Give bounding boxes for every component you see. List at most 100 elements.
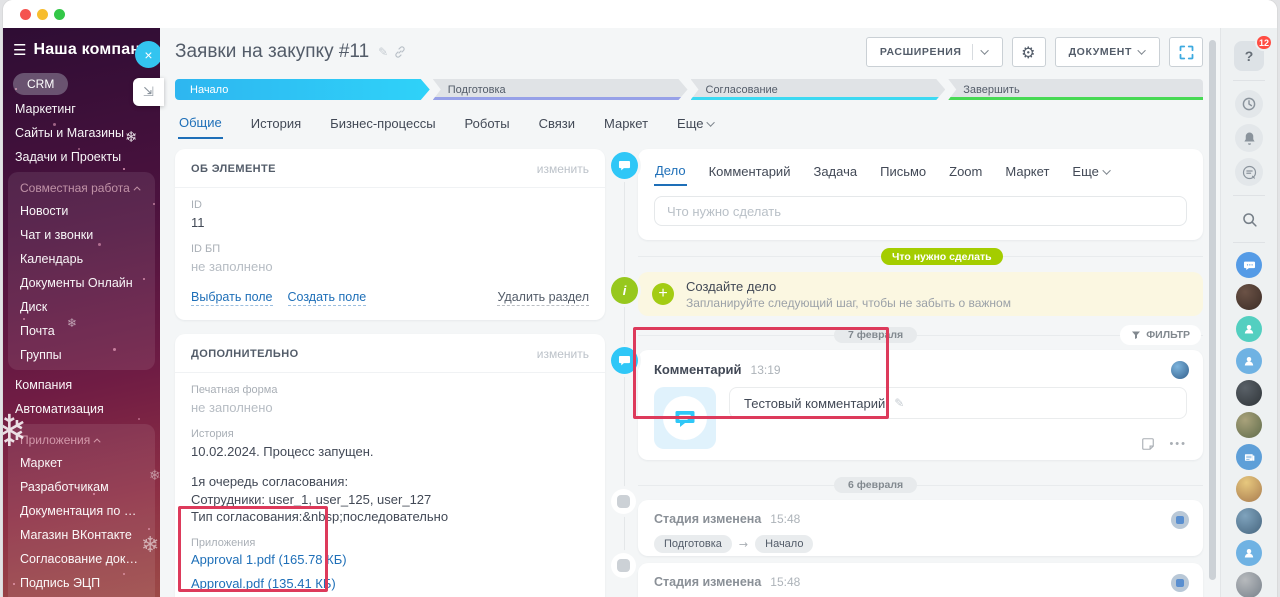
tab-market[interactable]: Маркет [603, 109, 649, 139]
close-window-icon[interactable] [20, 9, 31, 20]
delete-section-link[interactable]: Удалить раздел [497, 290, 589, 306]
time-management-button[interactable] [1235, 90, 1263, 118]
section-title: ОБ ЭЛЕМЕНТЕ [191, 163, 276, 175]
user-avatar[interactable] [1236, 572, 1262, 597]
user-avatar[interactable] [1236, 380, 1262, 406]
sidebar-item-automation[interactable]: Автоматизация [3, 397, 160, 421]
sidebar-item-esign[interactable]: Подпись ЭЦП [13, 571, 155, 595]
tab-history[interactable]: История [250, 109, 302, 139]
sidebar-group-header-collaboration[interactable]: Совместная работа [8, 175, 155, 199]
sidebar-item-chat-calls[interactable]: Чат и звонки [13, 223, 155, 247]
extensions-button[interactable]: РАСШИРЕНИЯ [866, 37, 1003, 67]
user-avatar[interactable] [1236, 508, 1262, 534]
link-icon[interactable] [394, 46, 406, 58]
user-avatar[interactable] [1236, 316, 1262, 342]
document-button[interactable]: ДОКУМЕНТ [1055, 37, 1160, 67]
composer-tab-comment[interactable]: Комментарий [708, 159, 792, 186]
stage-start[interactable]: Начало [175, 79, 430, 100]
create-field-link[interactable]: Создать поле [288, 290, 367, 306]
sidebar-item-groups[interactable]: Группы [13, 343, 155, 367]
edit-title-icon[interactable]: ✎ [378, 45, 388, 59]
more-actions-icon[interactable]: ••• [1169, 438, 1187, 450]
note-icon[interactable] [1141, 437, 1155, 451]
user-avatar[interactable] [1236, 348, 1262, 374]
date-pill: 7 февраля [834, 327, 917, 343]
sidebar-group-header-apps[interactable]: Приложения [8, 427, 155, 451]
composer-tab-market[interactable]: Маркет [1004, 159, 1050, 186]
help-button[interactable]: ? 12 [1234, 41, 1264, 71]
vertical-scrollbar[interactable] [1209, 40, 1216, 580]
person-icon [1242, 354, 1256, 368]
todo-input[interactable] [654, 196, 1187, 226]
system-avatar[interactable] [1171, 511, 1189, 529]
sidebar-item-mail[interactable]: Почта [13, 319, 155, 343]
sidebar-item-tasks[interactable]: Задачи и Проекты [3, 145, 160, 169]
search-button[interactable] [1235, 205, 1263, 233]
sidebar-item-docs-online[interactable]: Документы Онлайн [13, 271, 155, 295]
composer-tab-activity[interactable]: Дело [654, 159, 687, 186]
chevron-up-icon [94, 438, 101, 445]
sidebar-item-developers[interactable]: Разработчикам [13, 475, 155, 499]
edit-section-link[interactable]: изменить [537, 162, 589, 176]
chat-button[interactable] [1235, 158, 1263, 186]
support-chat-avatar[interactable] [1236, 252, 1262, 278]
field-label: История [191, 428, 589, 440]
plus-icon[interactable]: + [652, 283, 674, 305]
user-avatar[interactable] [1236, 284, 1262, 310]
sidebar-close-button[interactable]: × [135, 41, 160, 68]
sidebar-item-disk[interactable]: Диск [13, 295, 155, 319]
stage-change-entry-card: Стадия изменена 15:48 Начало → Подготовк… [638, 563, 1203, 597]
sidebar-item-doc-approval[interactable]: Согласование докум... [13, 547, 155, 571]
timeline-column: Дело Комментарий Задача Письмо Zoom Марк… [611, 149, 1203, 579]
minimize-window-icon[interactable] [37, 9, 48, 20]
news-channel-avatar[interactable] [1236, 444, 1262, 470]
sidebar-item-news[interactable]: Новости [13, 199, 155, 223]
sidebar-item-rest-docs[interactable]: Документация по RE... [13, 499, 155, 523]
chat-lines-icon [1242, 165, 1257, 180]
tab-robots[interactable]: Роботы [464, 109, 511, 139]
user-avatar[interactable] [1236, 476, 1262, 502]
composer-tab-task[interactable]: Задача [812, 159, 858, 186]
fullscreen-button[interactable] [1169, 37, 1203, 67]
composer-tab-more[interactable]: Еще [1071, 159, 1111, 186]
composer-tab-zoom[interactable]: Zoom [948, 159, 983, 186]
sidebar-item-sites[interactable]: Сайты и Магазины [3, 121, 160, 145]
composer-tab-email[interactable]: Письмо [879, 159, 927, 186]
user-avatar[interactable] [1236, 540, 1262, 566]
bell-icon [1242, 131, 1257, 146]
attachment-link[interactable]: Approval 1.pdf (165.78 КБ) [191, 552, 589, 567]
entry-time: 15:48 [770, 512, 800, 526]
edit-comment-icon[interactable]: ✎ [894, 396, 904, 410]
settings-button[interactable]: ⚙ [1012, 37, 1046, 67]
sidebar-collapse-button[interactable]: ⇲ [133, 78, 164, 106]
tab-links[interactable]: Связи [538, 109, 576, 139]
menu-hamburger-icon[interactable]: ☰ [13, 41, 26, 59]
stage-change-marker-icon [611, 489, 636, 514]
notifications-button[interactable] [1235, 124, 1263, 152]
edit-section-link[interactable]: изменить [537, 347, 589, 361]
sidebar-item-calendar[interactable]: Календарь [13, 247, 155, 271]
maximize-window-icon[interactable] [54, 9, 65, 20]
sidebar-item-company[interactable]: Компания [3, 373, 160, 397]
stage-preparation[interactable]: Подготовка [433, 79, 688, 100]
select-field-link[interactable]: Выбрать поле [191, 290, 273, 306]
attachment-link[interactable]: Approval.pdf (135.41 КБ) [191, 576, 589, 591]
stage-approval[interactable]: Согласование [691, 79, 946, 100]
filter-button[interactable]: ФИЛЬТР [1120, 325, 1201, 345]
system-avatar[interactable] [1171, 574, 1189, 592]
help-badge: 12 [1255, 34, 1273, 51]
sidebar-item-vk-shop[interactable]: Магазин ВКонтакте [13, 523, 155, 547]
banner-title[interactable]: Создайте дело [686, 279, 1011, 294]
field-label: Приложения [191, 537, 589, 549]
user-avatar[interactable] [1236, 412, 1262, 438]
avatar[interactable] [1171, 361, 1189, 379]
date-row: 7 февраля ФИЛЬТР [638, 327, 1203, 343]
sidebar-item-crm[interactable]: CRM [13, 73, 68, 95]
chevron-down-icon[interactable] [980, 46, 988, 54]
tab-general[interactable]: Общие [178, 109, 223, 139]
tab-bizproc[interactable]: Бизнес-процессы [329, 109, 436, 139]
stage-finish[interactable]: Завершить [948, 79, 1203, 100]
tab-more[interactable]: Еще [676, 109, 716, 139]
sidebar-item-market[interactable]: Маркет [13, 451, 155, 475]
chevron-up-icon [133, 186, 140, 193]
